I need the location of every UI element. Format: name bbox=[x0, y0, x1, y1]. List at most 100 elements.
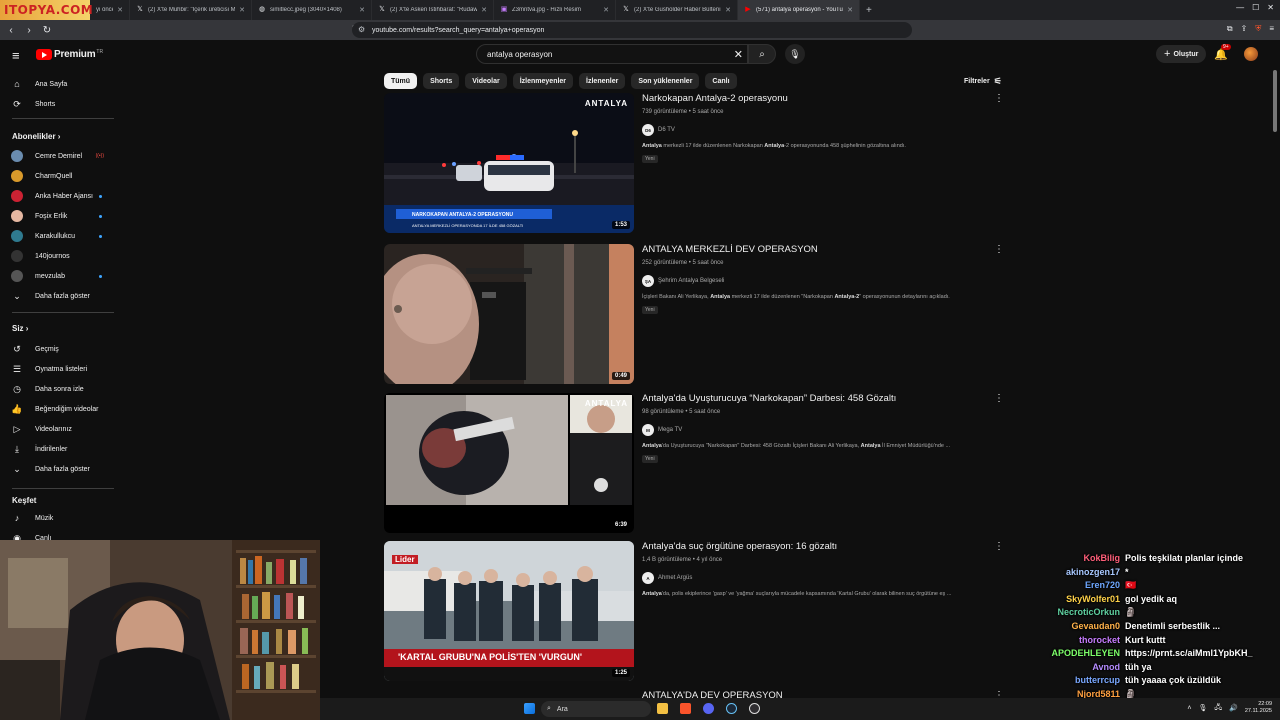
create-button[interactable]: + Oluştur bbox=[1156, 45, 1207, 63]
filter-chip[interactable]: Videolar bbox=[465, 73, 507, 89]
channel-link[interactable]: M Mega TV bbox=[642, 424, 682, 436]
sidebar-item[interactable]: ⟳ Shorts bbox=[0, 94, 118, 114]
mic-tray-icon[interactable]: 🎙 bbox=[1198, 704, 1207, 712]
sidebar-item[interactable]: Karakullukcu bbox=[0, 226, 118, 246]
video-thumbnail[interactable]: ANTALYA NARKOKAPAN ANTALYA-2 OPERASYONU AN… bbox=[384, 93, 634, 233]
windows-start-icon[interactable] bbox=[524, 703, 535, 714]
clock[interactable]: 22:09 27.11.2025 bbox=[1245, 701, 1272, 715]
close-window-button[interactable]: ✕ bbox=[1267, 3, 1274, 12]
taskbar-search[interactable]: ⌕ Ara bbox=[541, 701, 651, 717]
sidebar-item[interactable]: Cemre Demirel ((•)) bbox=[0, 146, 118, 166]
filter-chip[interactable]: Canlı bbox=[705, 73, 737, 89]
account-avatar[interactable] bbox=[1244, 47, 1258, 61]
brave-browser-icon[interactable] bbox=[680, 703, 691, 714]
sidebar-item[interactable]: ♪ Müzik bbox=[0, 508, 118, 528]
voice-search-button[interactable]: 🎙 bbox=[785, 44, 805, 64]
extensions-icon[interactable]: ⧉ bbox=[1227, 24, 1233, 34]
channel-link[interactable]: ŞA Şehrim Antalya Belgeseli bbox=[642, 275, 724, 287]
sidebar-item-label: Videolarınız bbox=[35, 425, 72, 433]
network-icon[interactable]: 🖧 bbox=[1214, 703, 1222, 714]
filter-chip[interactable]: Shorts bbox=[423, 73, 460, 89]
sidebar-item[interactable]: 👍 Beğendiğim videolar bbox=[0, 399, 118, 419]
video-title[interactable]: Antalya'da suç örgütüne operasyon: 16 gö… bbox=[642, 541, 837, 552]
clear-search-icon[interactable]: ✕ bbox=[734, 48, 743, 61]
sidebar-item[interactable]: ▷ Videolarınız bbox=[0, 419, 118, 439]
sidebar-item[interactable]: CharmQuell bbox=[0, 166, 118, 186]
close-tab-icon[interactable]: ✕ bbox=[725, 6, 731, 14]
new-tab-button[interactable]: + bbox=[866, 5, 872, 16]
video-title[interactable]: ANTALYA MERKEZLİ DEV OPERASYON bbox=[642, 244, 818, 255]
video-thumbnail[interactable]: Lider 'KARTAL GRUBU'NA POLİS'TEN 'VURGUN'… bbox=[384, 541, 634, 681]
sidebar-section-header[interactable]: Siz › bbox=[12, 324, 28, 333]
browser-tab[interactable]: ▣ Z3mntva.jpg - Hızlı Resim ✕ bbox=[494, 0, 616, 20]
sidebar-item[interactable]: ⤓ İndirilenler bbox=[0, 439, 118, 459]
address-bar[interactable]: ⚙ youtube.com/results?search_query=antal… bbox=[352, 22, 912, 38]
menu-icon[interactable]: ≡ bbox=[1269, 24, 1274, 34]
sidebar-item[interactable]: ☰ Oynatma listeleri bbox=[0, 359, 118, 379]
sidebar-item[interactable]: Foşix Erlik bbox=[0, 206, 118, 226]
hamburger-menu-icon[interactable]: ≡ bbox=[12, 48, 20, 63]
sidebar-item[interactable]: mevzulab bbox=[0, 266, 118, 286]
search-input[interactable]: antalya operasyon ✕ bbox=[476, 44, 748, 64]
video-title[interactable]: Antalya'da Uyuşturucuya “Narkokapan” Dar… bbox=[642, 393, 896, 404]
close-tab-icon[interactable]: ✕ bbox=[481, 6, 487, 14]
video-thumbnail[interactable]: 0:49 bbox=[384, 244, 634, 384]
video-title[interactable]: Narkokapan Antalya-2 operasyonu bbox=[642, 93, 788, 104]
forward-icon[interactable]: › bbox=[22, 25, 36, 36]
channel-link[interactable]: A Ahmet Argüs bbox=[642, 572, 692, 584]
minimize-button[interactable]: — bbox=[1236, 3, 1244, 12]
close-tab-icon[interactable]: ✕ bbox=[117, 6, 123, 14]
channel-name: Şehrim Antalya Belgeseli bbox=[658, 278, 725, 284]
sidebar-item[interactable]: ⌄ Daha fazla göster bbox=[0, 286, 118, 306]
more-options-icon[interactable]: ⋮ bbox=[994, 541, 1004, 552]
close-tab-icon[interactable]: ✕ bbox=[359, 6, 365, 14]
youtube-logo[interactable]: Premium TR bbox=[36, 49, 103, 60]
filters-button[interactable]: Filtreler ⚟ bbox=[964, 76, 1002, 87]
more-options-icon[interactable]: ⋮ bbox=[994, 93, 1004, 104]
notifications-bell-icon[interactable]: 🔔 9+ bbox=[1214, 44, 1231, 61]
sidebar-item[interactable]: ⌂ Ana Sayfa bbox=[0, 74, 118, 94]
browser-tab[interactable]: ◍ simitlecc.jpeg (3040×1408) ✕ bbox=[252, 0, 372, 20]
page-scrollbar[interactable] bbox=[1273, 70, 1277, 132]
filter-chip[interactable]: Son yüklenenler bbox=[631, 73, 700, 89]
sidebar-item[interactable]: ↺ Geçmiş bbox=[0, 339, 118, 359]
close-tab-icon[interactable]: ✕ bbox=[239, 6, 245, 14]
volume-icon[interactable]: 🔊 bbox=[1229, 704, 1238, 712]
browser-tab[interactable]: 𝕏 (2) X'te Gusholder Haber Bülteni: "#"✕ bbox=[616, 0, 738, 20]
sidebar-item[interactable]: ⌄ Daha fazla göster bbox=[0, 459, 118, 479]
share-icon[interactable]: ⇪ bbox=[1241, 24, 1248, 34]
file-explorer-icon[interactable] bbox=[657, 703, 668, 714]
sidebar-section-header[interactable]: Abonelikler › bbox=[12, 132, 60, 141]
filter-chip[interactable]: İzlenenler bbox=[579, 73, 626, 89]
video-result[interactable]: ANTALYA 6:39 Antalya'da Uyuşturucuya “Nark… bbox=[384, 393, 1004, 533]
browser-tab[interactable]: ▶ (571) antalya operasyon - YouTube ✕ bbox=[738, 0, 860, 20]
steam-icon[interactable] bbox=[726, 703, 737, 714]
sidebar-item[interactable]: Anka Haber Ajansı bbox=[0, 186, 118, 206]
video-result[interactable]: Lider 'KARTAL GRUBU'NA POLİS'TEN 'VURGUN'… bbox=[384, 541, 1004, 681]
browser-tab[interactable]: 𝕏 (2) X'te Asken İstihbarat: "Rudaw" ✕ bbox=[372, 0, 494, 20]
video-thumbnail[interactable]: ANTALYA 6:39 bbox=[384, 393, 634, 533]
close-tab-icon[interactable]: ✕ bbox=[603, 6, 609, 14]
sidebar-item[interactable]: ◷ Daha sonra izle bbox=[0, 379, 118, 399]
filter-chip[interactable]: Tümü bbox=[384, 73, 418, 89]
search-button[interactable]: ⌕ bbox=[748, 44, 776, 64]
video-result[interactable]: ANTALYA NARKOKAPAN ANTALYA-2 OPERASYONU AN… bbox=[384, 93, 1004, 233]
obs-icon[interactable] bbox=[749, 703, 760, 714]
more-options-icon[interactable]: ⋮ bbox=[994, 244, 1004, 255]
maximize-button[interactable]: ☐ bbox=[1252, 3, 1259, 12]
back-icon[interactable]: ‹ bbox=[4, 25, 18, 36]
channel-link[interactable]: D6 D6 TV bbox=[642, 124, 675, 136]
video-result[interactable]: 0:49 ANTALYA MERKEZLİ DEV OPERASYON ⋮ 252 g… bbox=[384, 244, 1004, 384]
site-info-icon[interactable]: ⚙ bbox=[358, 25, 365, 34]
video-description: Antalya merkezli 17 ilde düzenlenen Nark… bbox=[642, 143, 906, 149]
close-tab-icon[interactable]: ✕ bbox=[847, 6, 853, 14]
browser-tab[interactable]: 𝕏 (2) X'te Muhbir: "İçerik üreticisi M" ✕ bbox=[130, 0, 252, 20]
reload-icon[interactable]: ↻ bbox=[40, 25, 54, 36]
chevron-up-icon[interactable]: ˄ bbox=[1187, 705, 1191, 712]
more-options-icon[interactable]: ⋮ bbox=[994, 393, 1004, 404]
filter-chip[interactable]: İzlenmeyenler bbox=[512, 73, 574, 89]
sidebar-item[interactable]: 140journos bbox=[0, 246, 118, 266]
browser-tab[interactable]: yi önce Ü ✕ bbox=[90, 0, 130, 20]
brave-shield-icon[interactable]: ⛨ bbox=[1255, 24, 1261, 34]
discord-icon[interactable] bbox=[703, 703, 714, 714]
